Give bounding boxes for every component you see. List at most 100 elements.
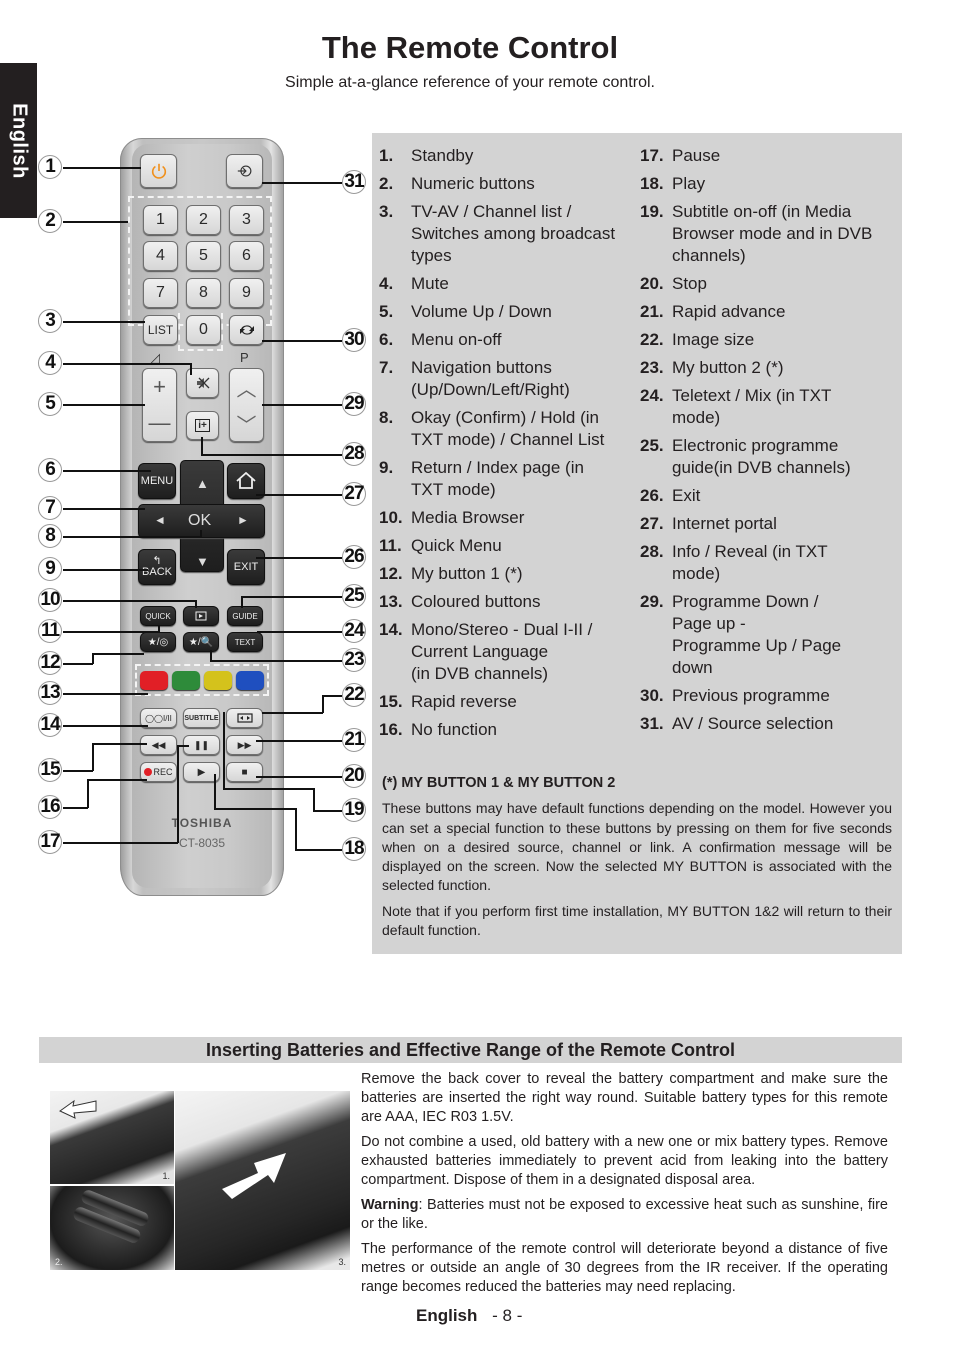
- leader-line: [63, 404, 145, 406]
- rapid-reverse-button: ◀◀: [140, 735, 177, 755]
- leader-line: [63, 770, 93, 772]
- item-text: Return / Index page (in TXT mode): [411, 458, 584, 499]
- page-footer: English - 8 -: [416, 1306, 522, 1326]
- leader-line: [92, 653, 94, 664]
- list-item: 9. Return / Index page (in TXT mode): [379, 457, 634, 501]
- slide-left-arrow-icon: [59, 1099, 97, 1119]
- leader-line: [256, 557, 342, 559]
- button-reference-panel: 1. Standby 2. Numeric buttons 3. TV-AV / Ch…: [372, 133, 902, 954]
- list-item: 27. Internet portal: [640, 513, 898, 535]
- leader-line: [241, 596, 243, 608]
- leader-line: [313, 788, 315, 811]
- source-button: [226, 154, 263, 188]
- back-button: ↰ BACK: [138, 549, 176, 585]
- battery-photo-1: 1.: [50, 1091, 174, 1184]
- leader-line: [257, 631, 342, 633]
- leader-line: [63, 363, 191, 365]
- remote-brand: TOSHIBA: [171, 816, 233, 830]
- item-number: 28.: [640, 542, 664, 561]
- leader-line: [214, 774, 216, 809]
- battery-paragraph: Do not combine a used, old battery with …: [361, 1134, 888, 1188]
- item-text: Media Browser: [411, 508, 525, 527]
- item-number: 5.: [379, 302, 394, 321]
- callout-12: 12: [38, 651, 62, 675]
- battery-paragraph: Remove the back cover to reveal the batt…: [361, 1071, 888, 1125]
- leader-line: [223, 788, 314, 790]
- leader-line: [322, 695, 342, 697]
- text-button: TEXT: [227, 632, 263, 652]
- list-item: 24. Teletext / Mix (in TXT mode): [640, 385, 898, 429]
- list-item: 4. Mute: [379, 273, 634, 295]
- callout-18: 18: [342, 837, 366, 861]
- item-number: 1.: [379, 146, 394, 165]
- item-number: 30.: [640, 686, 664, 705]
- numeric-button-9: 9: [229, 278, 264, 308]
- green-button: [172, 671, 200, 690]
- list-button: LIST: [143, 315, 178, 345]
- nav-right: ►: [237, 513, 249, 527]
- warning-label: Warning: [361, 1197, 419, 1213]
- leader-line: [262, 712, 323, 714]
- item-number: 22.: [640, 330, 664, 349]
- my-button-1: ★/◎: [140, 632, 176, 652]
- leader-line: [210, 650, 212, 661]
- item-text: Okay (Confirm) / Hold (in TXT mode) / Ch…: [411, 408, 605, 449]
- reference-list-right: 17. Pause 18. Play 19. Subtitle on-off (in …: [640, 145, 898, 741]
- page-subtitle: Simple at-a-glance reference of your rem…: [285, 74, 655, 91]
- item-number: 18.: [640, 174, 664, 193]
- leader-line: [63, 321, 145, 323]
- item-text: Standby: [411, 146, 474, 165]
- item-text: Teletext / Mix (in TXT mode): [672, 386, 832, 427]
- item-text: Subtitle on-off (in Media Browser mode a…: [672, 202, 873, 265]
- item-text: Info / Reveal (in TXT mode): [672, 542, 828, 583]
- leader-line: [256, 776, 342, 778]
- leader-line: [241, 596, 342, 598]
- leader-line: [210, 660, 342, 662]
- programme-up: ︿: [236, 378, 257, 401]
- note-paragraph: Note that if you perform first time inst…: [382, 902, 892, 939]
- item-text: Rapid reverse: [411, 692, 517, 711]
- callout-17: 17: [38, 830, 62, 854]
- list-item: 12. My button 1 (*): [379, 563, 634, 585]
- leader-line: [63, 508, 145, 510]
- item-number: 2.: [379, 174, 394, 193]
- item-text: Programme Down / Page up - Programme Up …: [672, 592, 842, 677]
- callout-4: 4: [38, 351, 62, 375]
- programme-label: P: [240, 350, 249, 365]
- list-item: 15. Rapid reverse: [379, 691, 634, 713]
- leader-line: [262, 404, 342, 406]
- leader-line: [63, 663, 93, 665]
- leader-line: [63, 536, 201, 538]
- stop-button: ■: [226, 762, 263, 782]
- list-item: 22. Image size: [640, 329, 898, 351]
- yellow-button: [204, 671, 232, 690]
- item-number: 29.: [640, 592, 664, 611]
- leader-line: [295, 849, 342, 851]
- item-text: Volume Up / Down: [411, 302, 552, 321]
- callout-24: 24: [342, 619, 366, 643]
- leader-line: [262, 182, 342, 184]
- record-dot-icon: [144, 768, 153, 776]
- item-text: Quick Menu: [411, 536, 502, 555]
- leader-line: [63, 470, 151, 472]
- my-button-note: (*) MY BUTTON 1 & MY BUTTON 2 These butt…: [382, 774, 892, 946]
- numeric-button-4: 4: [143, 241, 178, 271]
- footer-language: English: [416, 1306, 478, 1325]
- my-button-2: ★/🔍: [183, 632, 219, 652]
- item-number: 26.: [640, 486, 664, 505]
- leader-line: [92, 653, 144, 655]
- leader-line: [177, 745, 189, 747]
- home-icon: [236, 472, 256, 489]
- list-item: 30. Previous programme: [640, 685, 898, 707]
- item-number: 9.: [379, 458, 394, 477]
- item-number: 4.: [379, 274, 394, 293]
- item-number: 3.: [379, 202, 394, 221]
- slide-right-arrow-icon: [222, 1153, 286, 1199]
- battery-instructions: Remove the back cover to reveal the batt…: [361, 1070, 888, 1303]
- item-text: Previous programme: [672, 686, 830, 705]
- mute-icon: [196, 377, 209, 389]
- note-paragraph: These buttons may have default functions…: [382, 800, 892, 894]
- list-item: 25. Electronic programme guide(in DVB cha…: [640, 435, 898, 479]
- leader-line: [322, 695, 324, 713]
- leader-line: [214, 808, 296, 810]
